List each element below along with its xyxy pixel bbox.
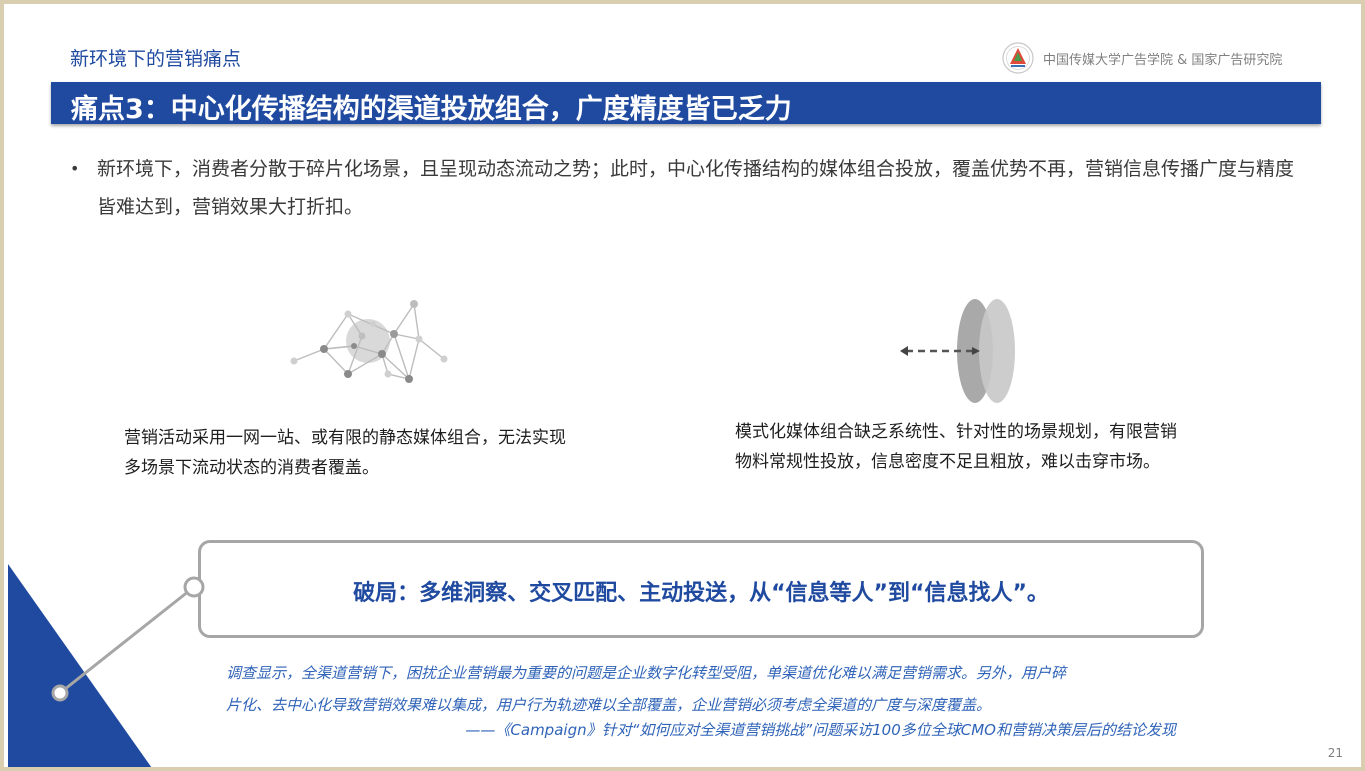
page-number: 21 [1327, 746, 1343, 760]
section-title: 新环境下的营销痛点 [70, 48, 242, 70]
slide: 新环境下的营销痛点 中国传媒大学广告学院 & 国家广告研究院 痛点3：中心化传播… [0, 0, 1365, 771]
left-description-line-1: 营销活动采用一网一站、或有限的静态媒体组合，无法实现 [124, 428, 566, 448]
quote-source: ——《Campaign》针对“如何应对全渠道营销挑战”问题采访100多位全球CM… [465, 721, 1176, 739]
left-description: 营销活动采用一网一站、或有限的静态媒体组合，无法实现 多场景下流动状态的消费者覆… [124, 423, 654, 483]
breakout-text: 破局：多维洞察、交叉匹配、主动投送，从“信息等人”到“信息找人”。 [353, 581, 1049, 606]
university-logo-icon [1002, 42, 1034, 74]
left-description-line-2: 多场景下流动状态的消费者覆盖。 [124, 458, 379, 478]
quote-line-1: 调查显示，全渠道营销下，困扰企业营销最为重要的问题是企业数字化转型受阻，单渠道优… [226, 664, 1067, 682]
right-description: 模式化媒体组合缺乏系统性、针对性的场景规划，有限营销 物料常规性投放，信息密度不… [735, 417, 1265, 477]
bullet-marker: • [70, 159, 80, 178]
bullet-text: 新环境下，消费者分散于碎片化场景，且呈现动态流动之势；此时，中心化传播结构的媒体… [97, 158, 1295, 218]
title-banner: 痛点3：中心化传播结构的渠道投放组合，广度精度皆已乏力 [51, 82, 1321, 125]
bullet-paragraph: • 新环境下，消费者分散于碎片化场景，且呈现动态流动之势；此时，中心化传播结构的… [70, 150, 1310, 226]
institution-name: 中国传媒大学广告学院 & 国家广告研究院 [1043, 52, 1283, 68]
corner-triangle [8, 564, 152, 767]
quote-line-2: 片化、去中心化导致营销效果难以集成，用户行为轨迹难以全部覆盖，企业营销必须考虑全… [226, 696, 992, 714]
network-icon [290, 300, 448, 383]
connector-line [59, 585, 195, 695]
right-description-line-1: 模式化媒体组合缺乏系统性、针对性的场景规划，有限营销 [735, 422, 1177, 442]
institution-logo: 中国传媒大学广告学院 & 国家广告研究院 [1002, 42, 1302, 74]
right-description-line-2: 物料常规性投放，信息密度不足且粗放，难以击穿市场。 [735, 452, 1160, 472]
lens-icon [900, 299, 1015, 403]
slide-title: 痛点3：中心化传播结构的渠道投放组合，广度精度皆已乏力 [71, 94, 792, 125]
breakout-callout: 破局：多维洞察、交叉匹配、主动投送，从“信息等人”到“信息找人”。 [198, 540, 1204, 638]
survey-quote: 调查显示，全渠道营销下，困扰企业营销最为重要的问题是企业数字化转型受阻，单渠道优… [226, 657, 1186, 721]
connector-dot-bottom [51, 684, 69, 702]
